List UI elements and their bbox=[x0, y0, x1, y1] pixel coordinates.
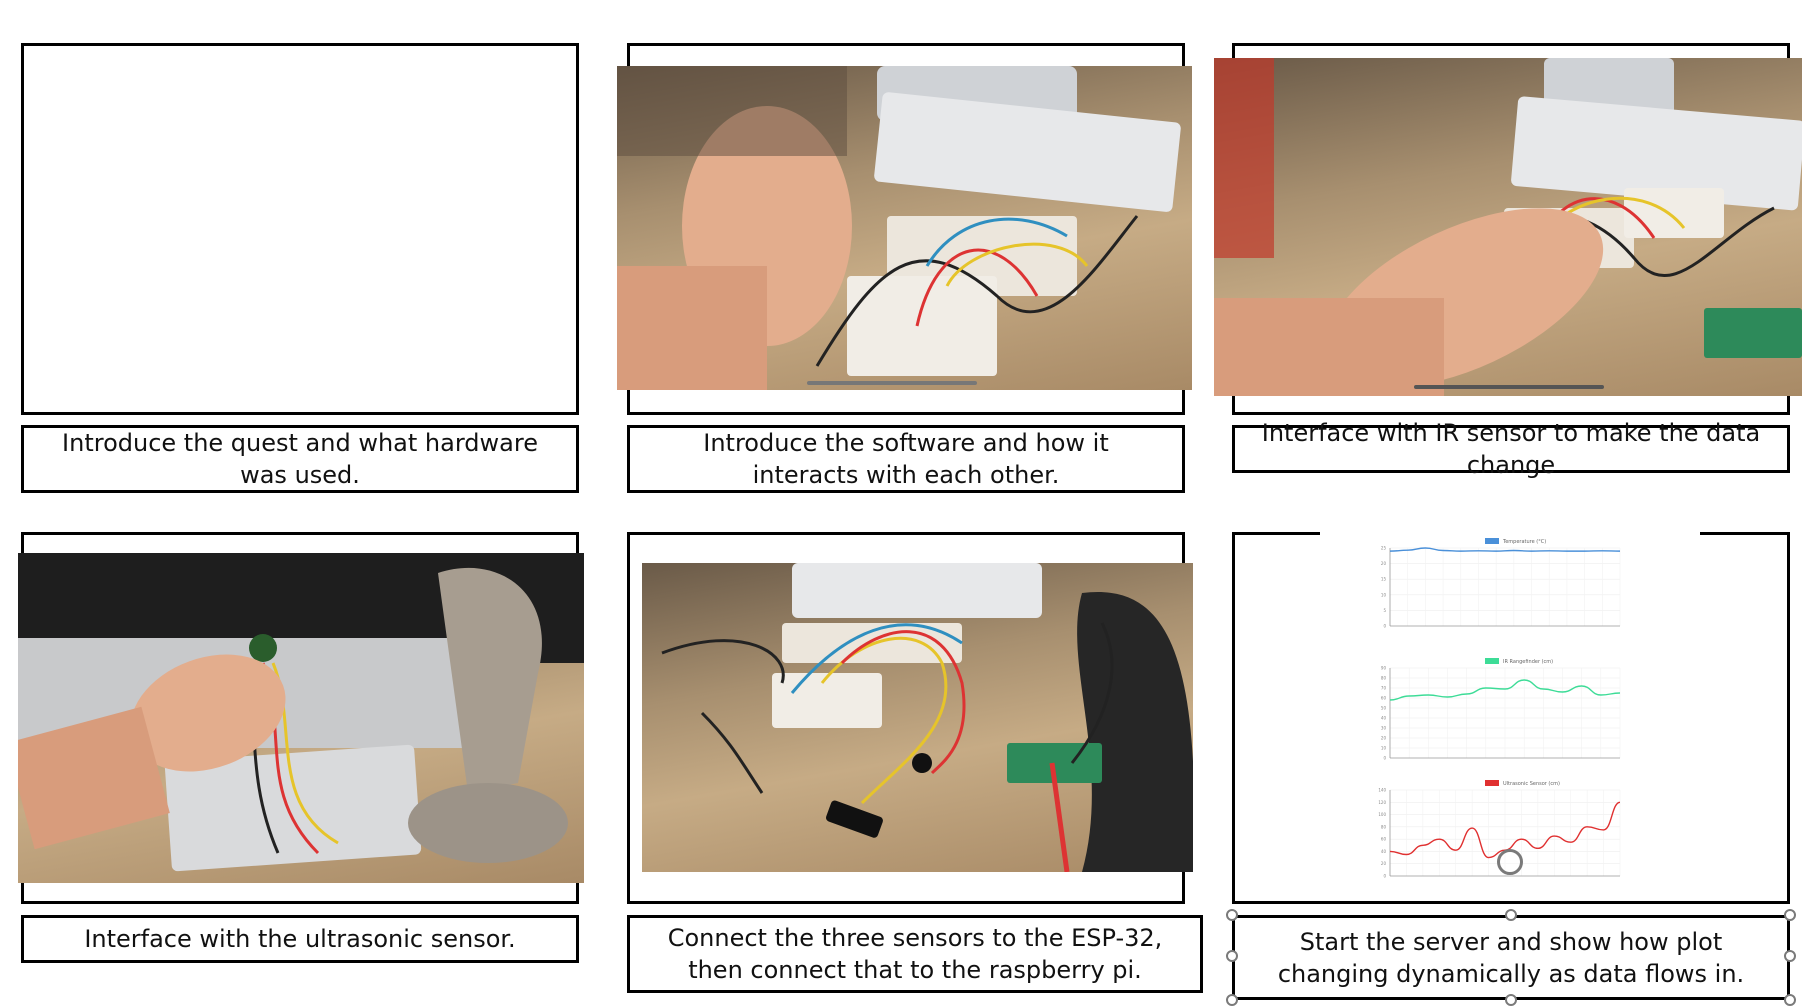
y-tick-label: 20 bbox=[1381, 861, 1387, 866]
caption-text: Connect the three sensors to the ESP-32,… bbox=[667, 924, 1163, 984]
selection-handle-bottom-left[interactable] bbox=[1226, 994, 1238, 1006]
selection-handle-top-middle[interactable] bbox=[1505, 909, 1517, 921]
selection-handle-middle-right[interactable] bbox=[1784, 950, 1796, 962]
hardware-photo-fist bbox=[617, 66, 1192, 390]
storyboard-caption-2[interactable]: Introduce the software and how it intera… bbox=[627, 425, 1185, 493]
y-tick-label: 60 bbox=[1381, 696, 1387, 701]
wiring-overview-photo bbox=[642, 563, 1193, 872]
live-plot-svg: Temperature (°C) 0 5 10 15 20 25 IR Rangefinder… bbox=[1378, 538, 1621, 879]
y-tick-label: 80 bbox=[1381, 824, 1387, 829]
y-tick-label: 50 bbox=[1381, 706, 1387, 711]
y-tick-label: 80 bbox=[1381, 676, 1387, 681]
y-tick-label: 25 bbox=[1381, 546, 1387, 551]
selection-handle-bottom-right[interactable] bbox=[1784, 994, 1796, 1006]
y-tick-label: 15 bbox=[1381, 577, 1387, 582]
legend-swatch bbox=[1485, 538, 1499, 544]
series-line bbox=[1389, 547, 1621, 552]
live-plot-screenshot: Temperature (°C) 0 5 10 15 20 25 IR Rangefinder… bbox=[1320, 526, 1700, 892]
y-tick-label: 0 bbox=[1383, 624, 1386, 629]
legend-swatch bbox=[1485, 780, 1499, 786]
selection-handle-top-left[interactable] bbox=[1226, 909, 1238, 921]
caption-text: Start the server and show how plot chang… bbox=[1277, 927, 1745, 988]
legend-label: Temperature (°C) bbox=[1502, 539, 1546, 545]
legend-swatch bbox=[1485, 658, 1499, 664]
storyboard-caption-1[interactable]: Introduce the quest and what hardware wa… bbox=[21, 425, 579, 493]
y-tick-label: 10 bbox=[1381, 592, 1387, 597]
y-tick-label: 100 bbox=[1378, 812, 1386, 817]
selection-handle-middle-left[interactable] bbox=[1226, 950, 1238, 962]
y-tick-label: 90 bbox=[1381, 666, 1387, 671]
y-tick-label: 120 bbox=[1378, 800, 1386, 805]
y-tick-label: 60 bbox=[1381, 837, 1387, 842]
y-tick-label: 0 bbox=[1383, 874, 1386, 879]
selection-handle-top-right[interactable] bbox=[1784, 909, 1796, 921]
y-tick-label: 5 bbox=[1383, 608, 1386, 613]
caption-text: Introduce the software and how it intera… bbox=[703, 429, 1109, 489]
y-tick-label: 20 bbox=[1381, 736, 1387, 741]
y-tick-label: 40 bbox=[1381, 716, 1387, 721]
ir-sensor-photo bbox=[1214, 58, 1802, 396]
y-tick-label: 70 bbox=[1381, 686, 1387, 691]
y-tick-label: 140 bbox=[1378, 788, 1386, 793]
storyboard-caption-6[interactable]: Start the server and show how plot chang… bbox=[1232, 915, 1790, 1000]
y-tick-label: 20 bbox=[1381, 561, 1387, 566]
y-tick-label: 0 bbox=[1383, 756, 1386, 761]
storyboard-caption-4[interactable]: Interface with the ultrasonic sensor. bbox=[21, 915, 579, 963]
y-tick-label: 30 bbox=[1381, 726, 1387, 731]
legend-label: IR Rangefinder (cm) bbox=[1503, 659, 1553, 665]
legend-label: Ultrasonic Sensor (cm) bbox=[1503, 781, 1560, 787]
selection-handle-bottom-middle[interactable] bbox=[1505, 994, 1517, 1006]
storyboard-caption-3[interactable]: Interface with IR sensor to make the dat… bbox=[1232, 419, 1790, 479]
caption-text: Interface with the ultrasonic sensor. bbox=[84, 925, 516, 953]
ultrasonic-sensor-photo bbox=[18, 553, 584, 883]
caption-text: Interface with IR sensor to make the dat… bbox=[1261, 419, 1761, 479]
rotate-handle-icon[interactable] bbox=[1497, 849, 1523, 875]
storyboard-caption-5[interactable]: Connect the three sensors to the ESP-32,… bbox=[627, 915, 1203, 993]
caption-text: Introduce the quest and what hardware wa… bbox=[62, 429, 538, 489]
storyboard-frame-1 bbox=[21, 43, 579, 415]
y-tick-label: 10 bbox=[1381, 746, 1387, 751]
y-tick-label: 40 bbox=[1381, 849, 1387, 854]
